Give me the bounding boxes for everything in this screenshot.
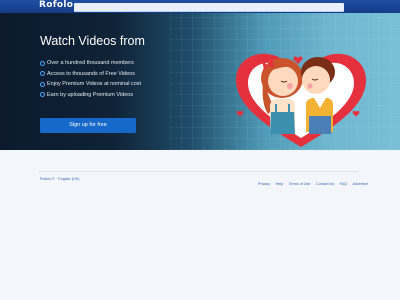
feature-item: Earn by uploading Premium Videos: [40, 90, 141, 101]
bullet-circle-icon: [40, 81, 46, 87]
feature-text: Earn by uploading Premium Videos: [47, 91, 134, 98]
footer-divider: [39, 171, 359, 172]
bullet-circle-icon: [40, 71, 46, 77]
feature-list: Over a hundred thousand members Access t…: [40, 58, 141, 100]
bullet-circle-icon: [40, 92, 46, 98]
footer-link-advertise[interactable]: Advertise: [353, 182, 368, 186]
feature-item: Access to thousands of Free Videos: [40, 69, 141, 80]
signup-button[interactable]: Sign up for free: [40, 118, 136, 133]
footer-links: Privacy Help Terms of Use Contact Us FAQ…: [258, 182, 373, 186]
footer-locale[interactable]: Rofolo © · English (UK): [40, 177, 80, 181]
footer-link-help[interactable]: Help: [276, 182, 284, 186]
hero-title: Watch Videos from: [40, 34, 145, 48]
site-logo[interactable]: Rofolo: [39, 0, 73, 11]
feature-text: Enjoy Premium Videos at nominal cost: [47, 81, 142, 87]
feature-text: Over a hundred thousand members: [47, 60, 134, 66]
footer-link-privacy[interactable]: Privacy: [258, 182, 270, 186]
search-bar[interactable]: [74, 3, 344, 12]
feature-item: Over a hundred thousand members: [40, 58, 141, 69]
feature-text: Access to thousands of Free Videos: [47, 70, 135, 77]
footer-link-contact[interactable]: Contact Us: [316, 182, 334, 186]
bullet-circle-icon: [40, 60, 46, 66]
hero-banner: Watch Videos from Over a hundred thousan…: [0, 13, 400, 150]
page: Rofolo Watch Videos from Over a hundred …: [0, 0, 400, 300]
top-bar: Rofolo: [0, 0, 400, 13]
feature-item: Enjoy Premium Videos at nominal cost: [40, 79, 141, 90]
footer-link-faq[interactable]: FAQ: [340, 182, 347, 186]
footer-link-terms[interactable]: Terms of Use: [289, 182, 311, 186]
couple-kiss-illustration: [236, 53, 366, 147]
